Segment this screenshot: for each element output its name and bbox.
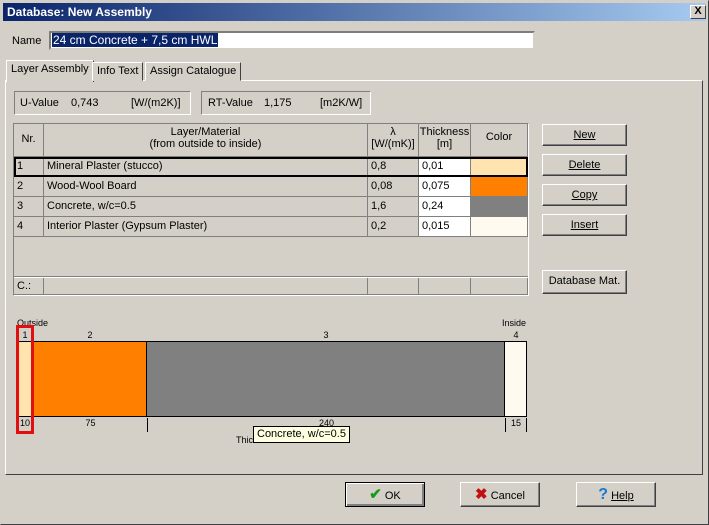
header-material: Layer/Material (from outside to inside) [44, 124, 368, 157]
layer-number: 2 [87, 330, 93, 340]
thickness-title: Thickness [419, 126, 470, 138]
color-swatch[interactable] [471, 177, 528, 197]
color-swatch[interactable] [471, 197, 528, 217]
ok-label: OK [384, 490, 401, 502]
delete-button[interactable]: Delete [542, 154, 627, 176]
header-color: Color [471, 124, 528, 157]
ok-button[interactable]: ✔ OK [345, 482, 425, 507]
table-cell-nr[interactable]: 4 [14, 217, 44, 237]
header-material-title: Layer/Material [170, 126, 241, 138]
layer-bar-3[interactable] [147, 341, 505, 417]
u-value-box: U-Value 0,743 [W/(m2K)] [14, 91, 191, 115]
close-button[interactable]: X [690, 5, 706, 19]
layer-number: 4 [513, 330, 519, 340]
tab-layer-assembly[interactable]: Layer Assembly [6, 60, 94, 82]
layer-bar-4[interactable] [505, 341, 527, 417]
question-icon: ? [598, 486, 609, 503]
footer-cell: C.: [14, 278, 44, 295]
header-thickness: Thickness [m] [419, 124, 471, 157]
layer-table: Nr. Layer/Material (from outside to inside… [13, 123, 529, 296]
header-material-sub: (from outside to inside) [149, 138, 262, 150]
table-cell-lambda[interactable]: 0,08 [368, 177, 419, 197]
insert-button[interactable]: Insert [542, 214, 627, 236]
color-swatch[interactable] [471, 217, 528, 237]
layer-thickness-mm: 15 [505, 418, 527, 432]
new-button[interactable]: New [542, 124, 627, 146]
tab-info-text[interactable]: Info Text [92, 62, 144, 81]
header-nr: Nr. [14, 124, 44, 157]
delete-label: Delete [568, 159, 601, 171]
table-cell-lambda[interactable]: 0,2 [368, 217, 419, 237]
table-cell-material[interactable]: Concrete, w/c=0.5 [44, 197, 368, 217]
tooltip: Concrete, w/c=0.5 [253, 426, 350, 443]
u-value-unit: [W/(m2K)] [131, 97, 181, 109]
table-cell-material[interactable]: Wood-Wool Board [44, 177, 368, 197]
copy-label: Copy [571, 189, 598, 201]
insert-label: Insert [570, 219, 599, 231]
copy-button[interactable]: Copy [542, 184, 627, 206]
table-cell-material[interactable]: Interior Plaster (Gypsum Plaster) [44, 217, 368, 237]
header-lambda: λ [W/(mK)] [368, 124, 419, 157]
tab-assign-catalogue[interactable]: Assign Catalogue [145, 62, 242, 81]
rt-value-label: RT-Value [208, 97, 253, 109]
check-icon: ✔ [369, 486, 382, 503]
axis-label: Thic [236, 435, 254, 445]
table-cell-lambda[interactable]: 0,8 [368, 157, 419, 177]
cancel-label: Cancel [490, 490, 525, 502]
footer-cell [44, 278, 368, 295]
name-label: Name [12, 35, 42, 47]
lambda-unit: [W/(mK)] [371, 138, 415, 150]
thickness-unit: [m] [436, 138, 453, 150]
color-swatch[interactable] [471, 157, 528, 177]
table-cell-nr[interactable]: 3 [14, 197, 44, 217]
selected-layer-highlight [16, 325, 34, 434]
rt-value-box: RT-Value 1,175 [m2K/W] [201, 91, 371, 115]
thickness-input[interactable]: 0,24 [419, 197, 471, 217]
table-cell-material[interactable]: Mineral Plaster (stucco) [44, 157, 368, 177]
new-label: New [573, 129, 596, 141]
layer-thickness-mm: 75 [33, 418, 147, 432]
x-icon: ✖ [475, 486, 488, 503]
name-value: 24 cm Concrete + 7,5 cm HWL [52, 33, 219, 47]
lambda-symbol: λ [390, 126, 396, 138]
thickness-input[interactable]: 0,015 [419, 217, 471, 237]
help-label: Help [611, 490, 634, 502]
help-button[interactable]: ? Help [576, 482, 656, 507]
table-cell-nr[interactable]: 1 [14, 157, 44, 177]
footer-cell [471, 278, 528, 295]
footer-cell [419, 278, 471, 295]
cancel-button[interactable]: ✖ Cancel [460, 482, 540, 507]
u-value-label: U-Value [20, 97, 59, 109]
inside-label: Inside [502, 318, 527, 328]
footer-cell [368, 278, 419, 295]
rt-value: 1,175 [264, 97, 292, 109]
thickness-input[interactable]: 0,075 [419, 177, 471, 197]
name-input[interactable]: 24 cm Concrete + 7,5 cm HWL [49, 31, 535, 50]
u-value: 0,743 [71, 97, 99, 109]
layer-number: 3 [323, 330, 329, 340]
rt-value-unit: [m2K/W] [320, 97, 363, 109]
table-cell-lambda[interactable]: 1,6 [368, 197, 419, 217]
database-mat-button[interactable]: Database Mat. [542, 270, 627, 294]
thickness-input[interactable]: 0,01 [419, 157, 471, 177]
title-bar: Database: New Assembly [3, 3, 706, 21]
table-cell-nr[interactable]: 2 [14, 177, 44, 197]
layer-bar-2[interactable] [33, 341, 147, 417]
